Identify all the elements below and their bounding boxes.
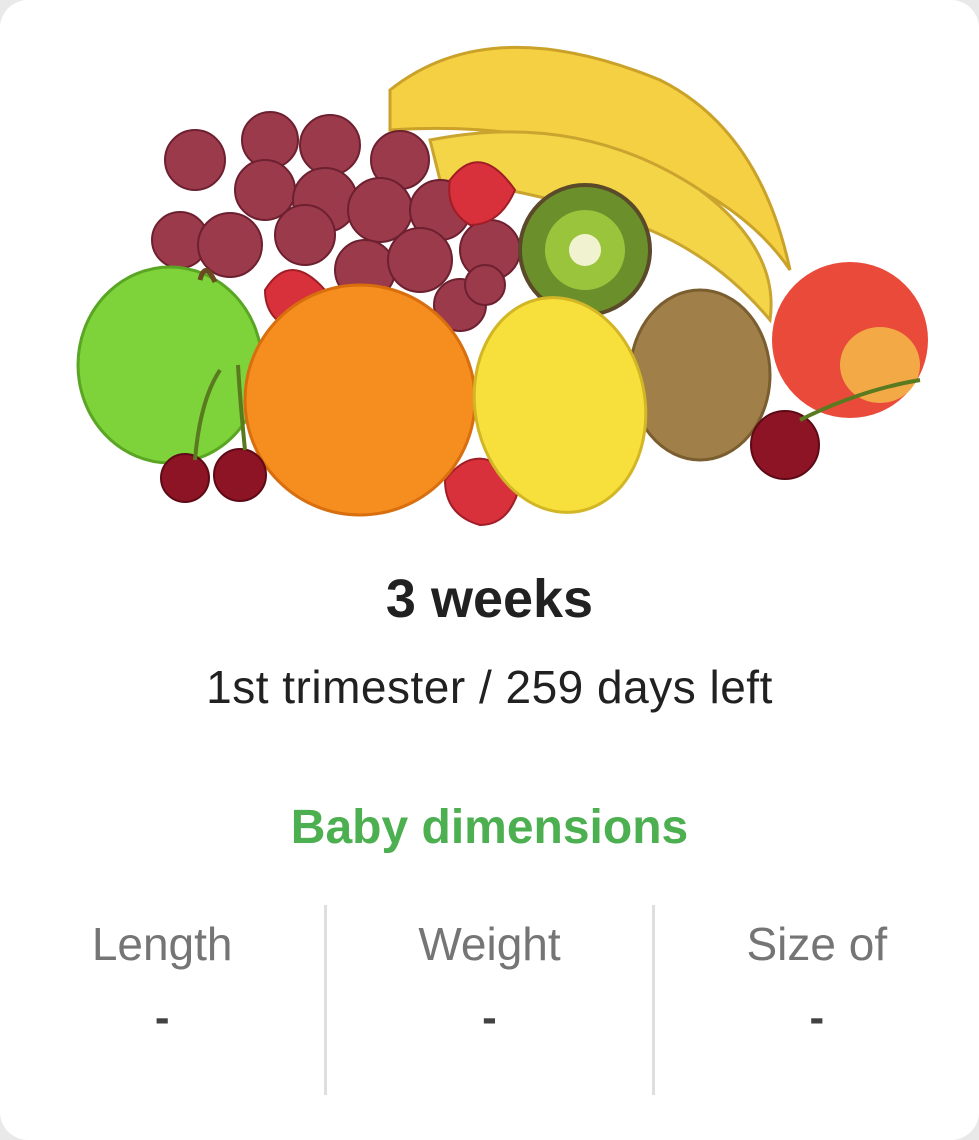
trimester-subtitle: 1st trimester / 259 days left bbox=[206, 661, 773, 713]
peach-shape bbox=[772, 262, 928, 418]
length-value: - bbox=[154, 993, 170, 1042]
weight-column: Weight - bbox=[324, 905, 651, 1095]
weight-label: Weight bbox=[418, 918, 561, 970]
size-of-column: Size of - bbox=[651, 905, 979, 1095]
week-title: 3 weeks bbox=[385, 569, 594, 629]
dimensions-row: Length - Weight - Size of - bbox=[0, 905, 979, 1095]
week-card: 3 weeks 1st trimester / 259 days left Ba… bbox=[0, 0, 979, 1140]
apple-shape bbox=[76, 265, 264, 465]
kiwi-whole-shape bbox=[628, 288, 772, 462]
fruit-illustration bbox=[60, 20, 940, 550]
length-label: Length bbox=[91, 918, 233, 970]
kiwi-shape bbox=[518, 183, 652, 317]
size-of-label: Size of bbox=[746, 918, 888, 970]
baby-dimensions-title: Baby dimensions bbox=[290, 801, 689, 854]
orange-shape bbox=[243, 283, 477, 517]
weight-value: - bbox=[482, 993, 497, 1042]
size-of-value: - bbox=[809, 993, 825, 1042]
length-column: Length - bbox=[0, 905, 324, 1095]
